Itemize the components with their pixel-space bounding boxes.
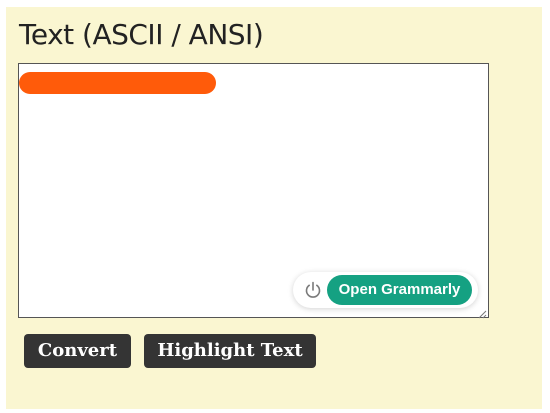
highlight-text-button[interactable]: Highlight Text (144, 334, 316, 368)
grammarly-widget: Open Grammarly (293, 272, 478, 308)
convert-button[interactable]: Convert (24, 334, 131, 368)
power-icon[interactable] (303, 280, 323, 300)
redacted-text (19, 72, 216, 94)
section-title: Text (ASCII / ANSI) (19, 18, 264, 51)
open-grammarly-button[interactable]: Open Grammarly (327, 275, 472, 305)
resize-grip-icon[interactable] (477, 306, 487, 319)
text-input-area[interactable]: Open Grammarly (18, 63, 489, 319)
